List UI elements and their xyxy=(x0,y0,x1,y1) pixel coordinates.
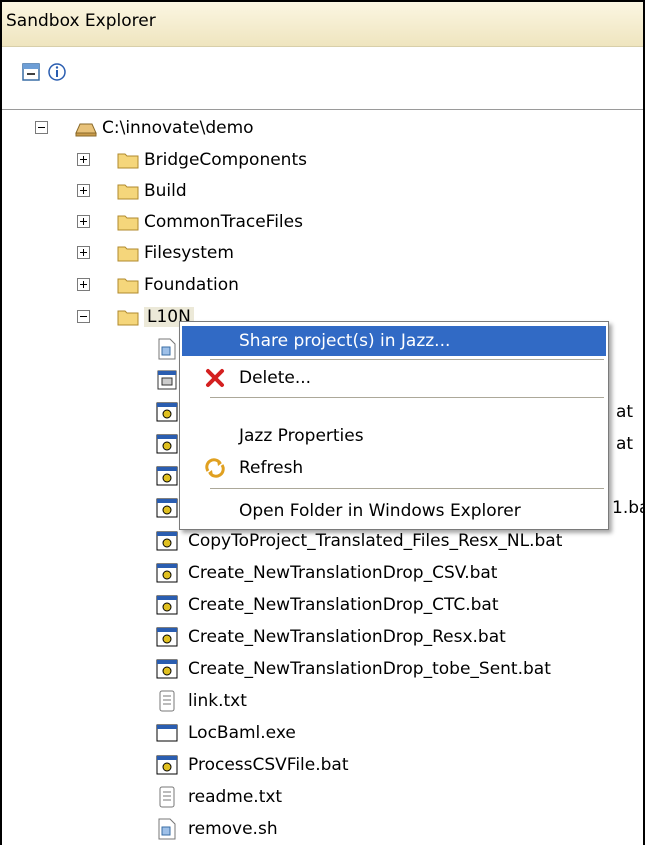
tree-node-root[interactable]: C:\innovate\demo xyxy=(2,114,643,144)
batch-file-icon xyxy=(155,561,179,585)
menu-item-label: Open Folder in Windows Explorer xyxy=(239,501,521,521)
folder-icon xyxy=(116,210,140,234)
tree-node-label: Foundation xyxy=(144,275,239,295)
menu-separator xyxy=(210,488,604,489)
expand-toggle[interactable] xyxy=(77,153,90,166)
context-menu: Share project(s) in Jazz... Delete... Ja… xyxy=(179,321,609,530)
menu-item-label: Refresh xyxy=(239,458,304,478)
batch-file-icon xyxy=(155,432,179,456)
folder-icon xyxy=(116,241,140,265)
menu-item-jazz-properties[interactable]: Jazz Properties xyxy=(182,421,606,451)
view-toolbar xyxy=(2,47,643,110)
collapse-toggle[interactable] xyxy=(35,121,48,134)
batch-file-icon xyxy=(155,753,179,777)
tree-node-label: Filesystem xyxy=(144,243,234,263)
tree-file[interactable]: LocBaml.exe xyxy=(2,719,643,749)
menu-item-delete[interactable]: Delete... xyxy=(182,363,606,393)
batch-file-icon xyxy=(155,400,179,424)
menu-item-label: Jazz Properties xyxy=(239,426,364,446)
view-title: Sandbox Explorer xyxy=(6,11,156,31)
expand-toggle[interactable] xyxy=(77,246,90,259)
info-icon[interactable] xyxy=(46,61,68,83)
folder-icon xyxy=(116,179,140,203)
tree-folder[interactable]: Build xyxy=(2,177,643,207)
delete-icon xyxy=(203,366,227,390)
view-titlebar: Sandbox Explorer xyxy=(2,2,643,47)
tree-folder[interactable]: Filesystem xyxy=(2,239,643,269)
tree-node-label: Create_NewTranslationDrop_tobe_Sent.bat xyxy=(188,659,551,679)
menu-item-refresh[interactable]: Refresh xyxy=(182,453,606,483)
folder-icon xyxy=(116,148,140,172)
tree-node-label: CommonTraceFiles xyxy=(144,212,303,232)
menu-item-share[interactable]: Share project(s) in Jazz... xyxy=(182,326,606,356)
expand-toggle[interactable] xyxy=(77,278,90,291)
tree-file[interactable]: ProcessCSVFile.bat xyxy=(2,751,643,781)
tree-folder[interactable]: CommonTraceFiles xyxy=(2,208,643,238)
batch-file-icon xyxy=(155,464,179,488)
expand-toggle[interactable] xyxy=(77,215,90,228)
batch-file-icon xyxy=(155,593,179,617)
tree-node-label: at xyxy=(616,434,634,454)
toolbar-separator xyxy=(2,109,643,110)
batch-file-icon xyxy=(155,625,179,649)
refresh-icon xyxy=(203,456,227,480)
folder-icon xyxy=(116,305,140,329)
folder-icon xyxy=(116,273,140,297)
menu-item-label: Delete... xyxy=(239,368,312,388)
tree-folder[interactable]: BridgeComponents xyxy=(2,146,643,176)
text-file-icon xyxy=(155,689,179,713)
drive-icon xyxy=(74,116,98,140)
tree-node-label: LocBaml.exe xyxy=(188,723,296,743)
tree-file[interactable]: Create_NewTranslationDrop_tobe_Sent.bat xyxy=(2,655,643,685)
tree-node-label: at xyxy=(616,402,634,422)
menu-item-open-folder[interactable]: Open Folder in Windows Explorer xyxy=(182,496,606,526)
tree-node-label: 1.bat xyxy=(612,498,643,518)
tree-node-label: CopyToProject_Translated_Files_Resx_NL.b… xyxy=(188,531,563,551)
executable-file-icon xyxy=(155,721,179,745)
tree-file[interactable]: readme.txt xyxy=(2,783,643,813)
menu-separator xyxy=(210,397,604,398)
tree-node-label: Build xyxy=(144,181,187,201)
tree-node-label: Create_NewTranslationDrop_CSV.bat xyxy=(188,563,498,583)
tree-file[interactable]: link.txt xyxy=(2,687,643,717)
tree-node-label: readme.txt xyxy=(188,787,283,807)
script-file-icon xyxy=(155,817,179,841)
script-file-icon xyxy=(155,337,179,361)
menu-separator xyxy=(210,359,604,360)
text-file-icon xyxy=(155,785,179,809)
tree-file[interactable]: Create_NewTranslationDrop_CTC.bat xyxy=(2,591,643,621)
tree-node-label: ProcessCSVFile.bat xyxy=(188,755,349,775)
batch-file-icon xyxy=(155,496,179,520)
tree-file[interactable]: CopyToProject_Translated_Files_Resx_NL.b… xyxy=(2,527,643,557)
tree-file[interactable]: Create_NewTranslationDrop_CSV.bat xyxy=(2,559,643,589)
expand-toggle[interactable] xyxy=(77,184,90,197)
collapse-all-icon[interactable] xyxy=(20,61,42,83)
tree-node-label: BridgeComponents xyxy=(144,150,307,170)
resource-file-icon xyxy=(155,368,179,392)
tree-node-label: C:\innovate\demo xyxy=(102,118,254,138)
collapse-toggle[interactable] xyxy=(77,310,90,323)
tree-node-label: Create_NewTranslationDrop_CTC.bat xyxy=(188,595,499,615)
tree-file[interactable]: remove.sh xyxy=(2,815,643,845)
batch-file-icon xyxy=(155,657,179,681)
tree-node-label: link.txt xyxy=(188,691,247,711)
tree-file[interactable]: Create_NewTranslationDrop_Resx.bat xyxy=(2,623,643,653)
tree-folder[interactable]: Foundation xyxy=(2,271,643,301)
menu-item-label: Share project(s) in Jazz... xyxy=(239,331,451,351)
tree-node-label: remove.sh xyxy=(188,819,278,839)
tree-node-label: Create_NewTranslationDrop_Resx.bat xyxy=(188,627,506,647)
batch-file-icon xyxy=(155,529,179,553)
